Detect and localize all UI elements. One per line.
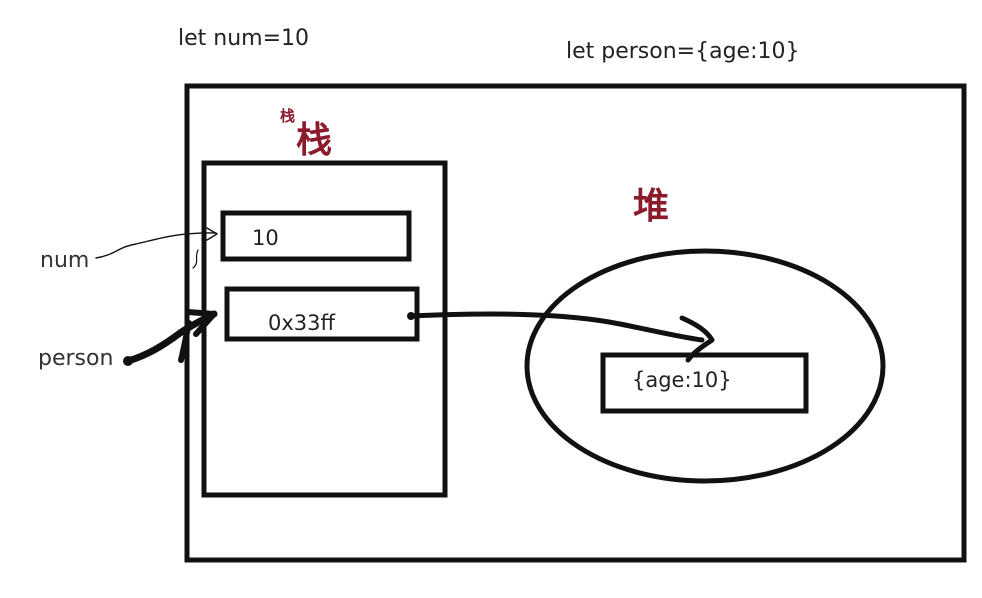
num-pointer-squiggle [192, 249, 199, 269]
stack-slot-person-value: 0x33ff [268, 311, 336, 335]
memory-diagram: let num=10 let person={age:10} 栈 栈 10 0x… [38, 26, 967, 563]
stack-title-small: 栈 [280, 107, 295, 125]
num-pointer-arrowhead [206, 227, 218, 241]
heap-title: 堆 [633, 186, 669, 227]
stack-title: 栈 [296, 120, 332, 161]
person-label: person [38, 346, 113, 371]
num-pointer-line [95, 232, 217, 259]
stack-slot-num-value: 10 [252, 226, 279, 250]
person-declaration: let person={age:10} [566, 39, 800, 64]
reference-arrow-line [408, 311, 705, 343]
heap-ellipse [524, 248, 886, 484]
stack-slot-num [220, 210, 412, 262]
person-pointer-line [124, 310, 218, 365]
heap-object-value: {age:10} [632, 368, 732, 392]
num-declaration: let num=10 [178, 26, 309, 51]
num-label: num [40, 248, 89, 273]
